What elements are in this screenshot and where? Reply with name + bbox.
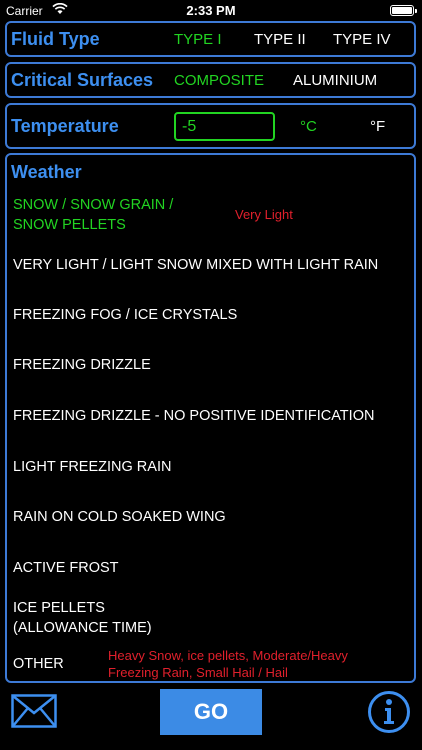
weather-item-light-snow-rain[interactable]: VERY LIGHT / LIGHT SNOW MIXED WITH LIGHT… <box>13 255 413 275</box>
go-button[interactable]: GO <box>160 689 262 735</box>
critical-surfaces-panel: Critical Surfaces COMPOSITE ALUMINIUM <box>5 62 416 98</box>
temperature-title: Temperature <box>11 116 119 136</box>
weather-item-snow[interactable]: SNOW / SNOW GRAIN / SNOW PELLETS <box>13 195 413 235</box>
other-note: Heavy Snow, ice pellets, Moderate/Heavy … <box>108 647 408 681</box>
envelope-icon[interactable] <box>11 694 57 728</box>
fluid-type-panel: Fluid Type TYPE I TYPE II TYPE IV <box>5 21 416 57</box>
weather-item-other[interactable]: OTHER <box>13 654 103 674</box>
weather-item-label: FREEZING DRIZZLE <box>13 357 151 373</box>
other-note-line: Heavy Snow, ice pellets, Moderate/Heavy <box>108 648 348 663</box>
weather-item-label: ACTIVE FROST <box>13 560 119 576</box>
celsius-option[interactable]: °C <box>300 118 317 135</box>
snow-intensity-label[interactable]: Very Light <box>235 206 293 223</box>
weather-item-label: VERY LIGHT / LIGHT SNOW MIXED WITH LIGHT… <box>13 257 379 273</box>
other-note-line: Freezing Rain, Small Hail / Hail <box>108 665 288 680</box>
status-bar: Carrier 2:33 PM <box>0 0 422 20</box>
type-ii-option[interactable]: TYPE II <box>254 31 306 48</box>
battery-icon <box>390 5 417 16</box>
type-i-option[interactable]: TYPE I <box>174 31 222 48</box>
weather-item-label: SNOW PELLETS <box>13 217 126 233</box>
temperature-input[interactable] <box>174 112 275 141</box>
fahrenheit-option[interactable]: °F <box>370 118 385 135</box>
critical-surfaces-title: Critical Surfaces <box>11 70 154 90</box>
weather-panel: Weather SNOW / SNOW GRAIN / SNOW PELLETS… <box>5 153 416 683</box>
fluid-type-title: Fluid Type <box>11 29 100 49</box>
weather-item-label: FREEZING FOG / ICE CRYSTALS <box>13 307 238 323</box>
weather-item-label: RAIN ON COLD SOAKED WING <box>13 509 226 525</box>
weather-item-label: (ALLOWANCE TIME) <box>13 620 152 636</box>
weather-title: Weather <box>11 162 82 182</box>
weather-item-freezing-drizzle[interactable]: FREEZING DRIZZLE <box>13 355 413 375</box>
info-icon[interactable] <box>367 690 411 734</box>
weather-item-label: FREEZING DRIZZLE - NO POSITIVE IDENTIFIC… <box>13 408 375 424</box>
weather-item-light-freezing-rain[interactable]: LIGHT FREEZING RAIN <box>13 457 413 477</box>
clock: 2:33 PM <box>186 3 236 18</box>
weather-item-freezing-drizzle-npi[interactable]: FREEZING DRIZZLE - NO POSITIVE IDENTIFIC… <box>13 406 413 426</box>
type-iv-option[interactable]: TYPE IV <box>333 31 391 48</box>
weather-item-label: ICE PELLETS <box>13 600 105 616</box>
weather-item-label: OTHER <box>13 656 64 672</box>
weather-item-freezing-fog[interactable]: FREEZING FOG / ICE CRYSTALS <box>13 305 413 325</box>
weather-item-active-frost[interactable]: ACTIVE FROST <box>13 558 413 578</box>
weather-item-label: LIGHT FREEZING RAIN <box>13 459 172 475</box>
aluminium-option[interactable]: ALUMINIUM <box>293 72 377 89</box>
weather-item-rain-cold-soaked-wing[interactable]: RAIN ON COLD SOAKED WING <box>13 507 413 527</box>
weather-item-ice-pellets[interactable]: ICE PELLETS (ALLOWANCE TIME) <box>13 598 413 638</box>
composite-option[interactable]: COMPOSITE <box>174 72 264 89</box>
weather-item-label: SNOW / SNOW GRAIN / <box>13 197 174 213</box>
temperature-panel: Temperature °C °F <box>5 103 416 149</box>
